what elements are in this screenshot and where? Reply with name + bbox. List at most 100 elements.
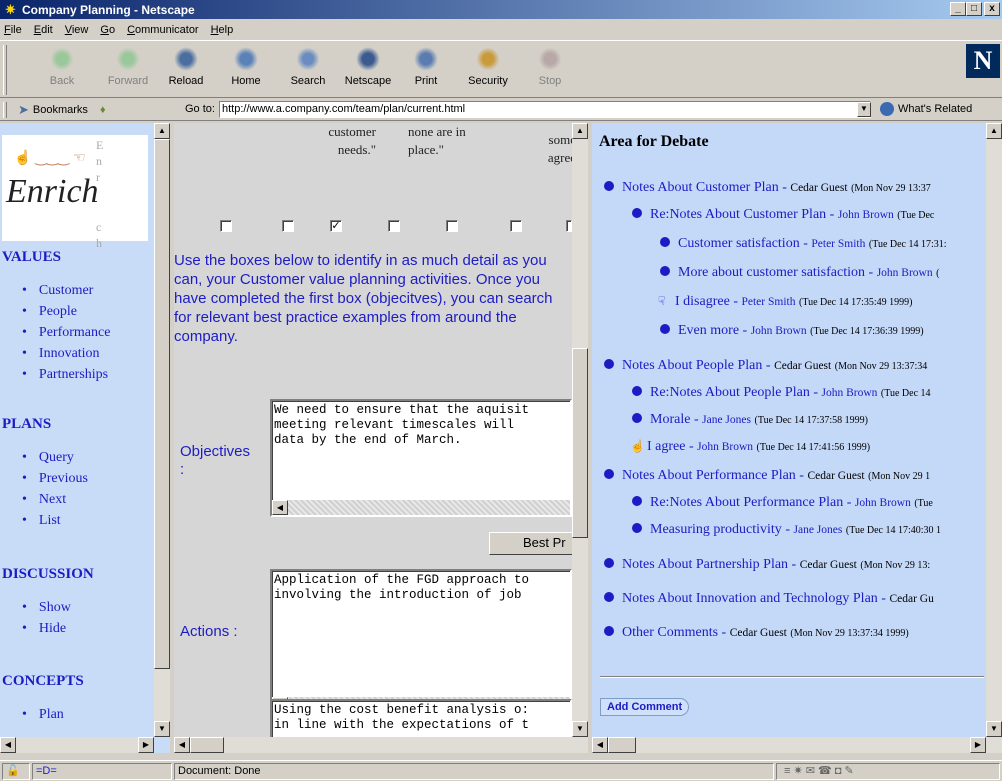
scroll-left-icon[interactable]: ◀: [174, 737, 190, 753]
home-button[interactable]: Home: [220, 46, 272, 87]
nav-link-show[interactable]: Show: [22, 597, 94, 618]
scroll-left-icon[interactable]: ◀: [272, 500, 288, 515]
post-author-link[interactable]: Jane Jones: [702, 414, 751, 426]
post-author-link[interactable]: Peter Smith: [741, 296, 795, 308]
rating-checkbox[interactable]: [282, 220, 294, 232]
post-title-link[interactable]: Re:Notes About People Plan: [650, 385, 810, 400]
nav-link-people[interactable]: People: [22, 301, 110, 322]
rating-checkbox[interactable]: [388, 220, 400, 232]
print-button[interactable]: Print: [400, 46, 452, 87]
post-title-link[interactable]: Other Comments: [622, 625, 718, 640]
add-comment-button[interactable]: Add Comment: [600, 698, 690, 716]
scroll-thumb[interactable]: [608, 737, 636, 753]
post-author-link[interactable]: John Brown: [877, 267, 933, 279]
url-dropdown-icon[interactable]: ▼: [857, 102, 871, 117]
back-button[interactable]: Back: [36, 46, 88, 87]
scroll-left-icon[interactable]: ◀: [592, 737, 608, 753]
scroll-right-icon[interactable]: ▶: [970, 737, 986, 753]
post-title-link[interactable]: Notes About Performance Plan: [622, 468, 796, 483]
search-button[interactable]: Search: [282, 46, 334, 87]
nav-link-next[interactable]: Next: [22, 489, 88, 510]
mid-vertical-scrollbar[interactable]: ▲ ▼: [572, 123, 588, 737]
left-horizontal-scrollbar[interactable]: ◀ ▶: [0, 737, 154, 753]
security-button[interactable]: Security: [462, 46, 514, 87]
nav-link-innovation[interactable]: Innovation: [22, 343, 110, 364]
right-vertical-scrollbar[interactable]: ▲ ▼: [986, 123, 1002, 737]
bookmarks-button[interactable]: ➤ Bookmarks ♦: [18, 102, 106, 118]
scroll-left-icon[interactable]: ◀: [0, 737, 16, 753]
scroll-thumb[interactable]: [572, 348, 588, 538]
post-title-link[interactable]: Notes About People Plan: [622, 358, 762, 373]
post-title-link[interactable]: Customer satisfaction: [678, 236, 800, 251]
nav-link-list[interactable]: List: [22, 510, 88, 531]
post-title-link[interactable]: Re:Notes About Performance Plan: [650, 495, 843, 510]
third-textarea[interactable]: Using the cost benefit analysis o: in li…: [270, 699, 572, 739]
menu-edit[interactable]: Edit: [34, 24, 53, 36]
post-title-link[interactable]: Notes About Innovation and Technology Pl…: [622, 591, 878, 606]
stop-button[interactable]: Stop: [524, 46, 576, 87]
toolbar-grip[interactable]: [3, 45, 7, 95]
rating-checkbox[interactable]: [446, 220, 458, 232]
post-title-link[interactable]: I disagree: [675, 294, 730, 309]
component-icons[interactable]: ≡ ✷ ✉ ☎ ◘ ✎: [784, 765, 854, 777]
section-heading: VALUES: [2, 249, 61, 265]
minimize-button[interactable]: _: [950, 2, 966, 16]
nav-link-hide[interactable]: Hide: [22, 618, 94, 639]
post-author-link[interactable]: John Brown: [822, 387, 878, 399]
nav-link-previous[interactable]: Previous: [22, 468, 88, 489]
post-author: Cedar Guest: [729, 627, 787, 639]
post-title-link[interactable]: More about customer satisfaction: [678, 265, 865, 280]
post-title-link[interactable]: Re:Notes About Customer Plan: [650, 207, 826, 222]
netscape-button[interactable]: Netscape: [342, 46, 394, 87]
scroll-up-icon[interactable]: ▲: [572, 123, 588, 139]
rating-checkbox-checked[interactable]: ✓: [330, 220, 342, 232]
post-author-link[interactable]: John Brown: [855, 497, 911, 509]
netscape-logo[interactable]: N: [966, 44, 1000, 78]
scroll-down-icon[interactable]: ▼: [986, 721, 1002, 737]
menu-file[interactable]: File: [4, 24, 22, 36]
menu-help[interactable]: Help: [211, 24, 234, 36]
rating-checkbox[interactable]: [510, 220, 522, 232]
scroll-thumb[interactable]: [154, 139, 170, 669]
nav-link-customer[interactable]: Customer: [22, 280, 110, 301]
whats-related-button[interactable]: What's Related: [880, 102, 972, 116]
post-author-link[interactable]: Peter Smith: [811, 238, 865, 250]
objectives-hscroll[interactable]: ◀: [272, 500, 570, 515]
post-title-link[interactable]: Even more: [678, 323, 739, 338]
mid-horizontal-scrollbar[interactable]: ◀: [174, 737, 588, 753]
nav-link-query[interactable]: Query: [22, 447, 88, 468]
rating-checkbox[interactable]: [220, 220, 232, 232]
post-author-link[interactable]: John Brown: [838, 209, 894, 221]
actions-textarea[interactable]: Application of the FGD approach to invol…: [270, 569, 572, 715]
scroll-thumb[interactable]: [190, 737, 224, 753]
scroll-right-icon[interactable]: ▶: [138, 737, 154, 753]
post-author-link[interactable]: Jane Jones: [793, 524, 842, 536]
post-title-link[interactable]: Measuring productivity: [650, 522, 782, 537]
close-button[interactable]: x: [984, 2, 1000, 16]
menu-go[interactable]: Go: [100, 24, 115, 36]
scroll-up-icon[interactable]: ▲: [154, 123, 170, 139]
scroll-up-icon[interactable]: ▲: [986, 123, 1002, 139]
scroll-down-icon[interactable]: ▼: [154, 721, 170, 737]
menu-view[interactable]: View: [65, 24, 89, 36]
post-title-link[interactable]: Morale: [650, 412, 690, 427]
forward-button[interactable]: Forward: [102, 46, 154, 87]
left-vertical-scrollbar[interactable]: ▲ ▼: [154, 123, 170, 737]
post-title-link[interactable]: Notes About Customer Plan: [622, 180, 779, 195]
post-author-link[interactable]: John Brown: [697, 441, 753, 453]
post-title-link[interactable]: I agree: [647, 439, 685, 454]
location-grip[interactable]: [3, 102, 7, 118]
nav-link-partnerships[interactable]: Partnerships: [22, 364, 110, 385]
url-input[interactable]: http://www.a.company.com/team/plan/curre…: [219, 101, 871, 118]
security-lock-icon[interactable]: 🔓: [2, 763, 30, 780]
scroll-down-icon[interactable]: ▼: [572, 721, 588, 737]
maximize-button[interactable]: □: [966, 2, 982, 16]
post-title-link[interactable]: Notes About Partnership Plan: [622, 557, 788, 572]
nav-link-performance[interactable]: Performance: [22, 322, 111, 343]
best-practice-button[interactable]: Best Pr: [489, 532, 579, 555]
right-horizontal-scrollbar[interactable]: ◀ ▶: [592, 737, 1002, 753]
reload-button[interactable]: Reload: [160, 46, 212, 87]
nav-link-plan[interactable]: Plan: [22, 704, 84, 725]
menu-communicator[interactable]: Communicator: [127, 24, 199, 36]
post-author-link[interactable]: John Brown: [751, 325, 807, 337]
